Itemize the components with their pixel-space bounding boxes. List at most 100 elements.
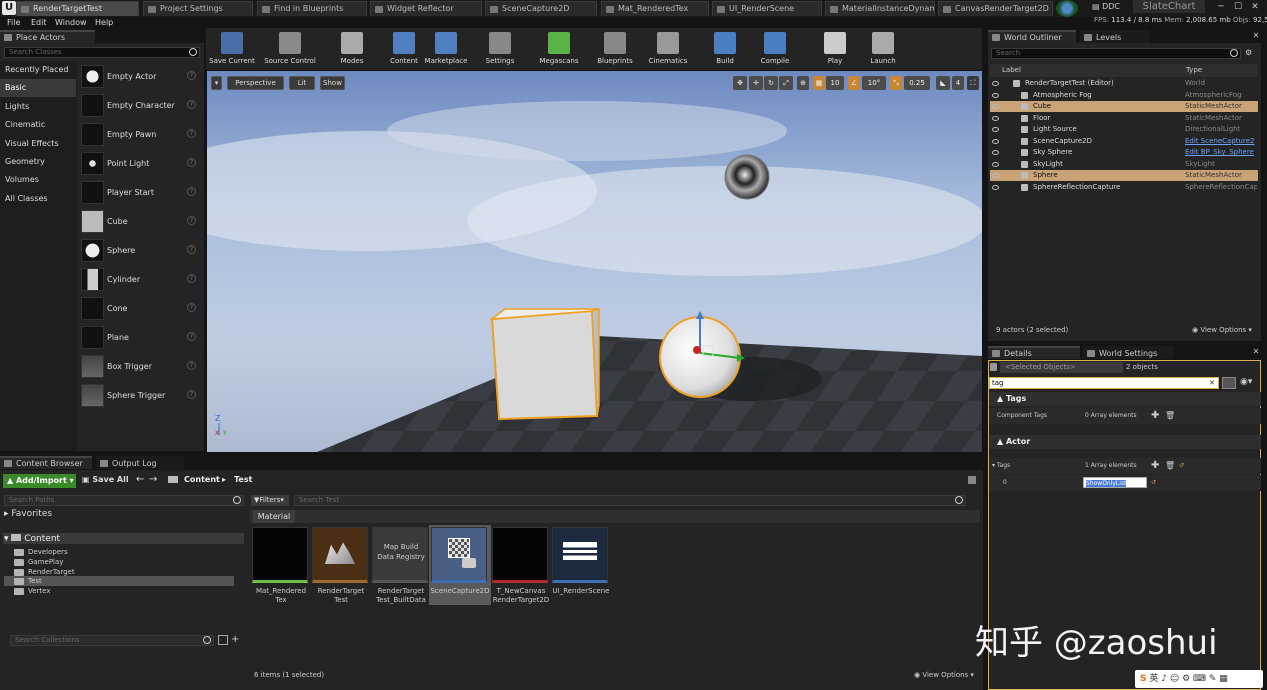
outliner-row[interactable]: Cube StaticMeshActor [990,101,1258,113]
actor-item[interactable]: Cube? [80,208,202,235]
world-local-icon[interactable]: ⊕ [797,76,809,90]
category-item[interactable]: Recently Placed [0,61,76,79]
tree-folder[interactable]: Vertex [14,586,51,596]
menu-edit[interactable]: Edit [31,17,47,28]
tab-place-actors[interactable]: Place Actors [0,30,95,43]
add-element-icon[interactable]: ✚ [1151,408,1159,424]
category-item[interactable]: Geometry [0,153,76,171]
tab-output-log[interactable]: Output Log [96,456,184,469]
search-paths-input[interactable]: Search Paths [4,495,244,506]
doc-tab[interactable]: Find in Blueprints [257,1,367,16]
rotation-snap-value[interactable]: 10° [862,76,886,90]
help-icon[interactable]: ? [187,129,196,138]
visibility-eye-icon[interactable] [992,184,999,190]
outliner-row[interactable]: SkyLight SkyLight [990,159,1258,170]
actor-item[interactable]: Empty Actor? [80,63,202,90]
maximize-viewport-icon[interactable]: ⛶ [967,76,979,90]
tag-value-input[interactable]: ShowOnlyList [1083,477,1147,488]
doc-tab[interactable]: CanvasRenderTarget2D [938,1,1053,16]
tree-folder[interactable]: Developers [14,547,68,557]
actor-item[interactable]: Box Trigger? [80,353,202,380]
actor-item[interactable]: Plane? [80,324,202,351]
col-type[interactable]: Type [1186,64,1202,77]
favorites-header[interactable]: ▸ Favorites [4,509,52,519]
visibility-eye-icon[interactable] [992,150,999,155]
doc-tab[interactable]: Widget Reflector [370,1,482,16]
visibility-eye-icon[interactable] [992,127,999,132]
section-actor[interactable]: ▲ Actor [989,435,1261,449]
asset-tile[interactable]: Mat_Rendered Tex [250,525,312,605]
help-icon[interactable]: ? [187,100,196,109]
visibility-eye-icon[interactable] [992,173,999,178]
tab-world-outliner[interactable]: World Outliner [988,30,1076,43]
rotation-snap-icon[interactable]: ∠ [848,76,860,90]
show-button[interactable]: Show [320,76,345,90]
help-icon[interactable]: ? [187,71,196,80]
scale-snap-value[interactable]: 0.25 [904,76,930,90]
help-icon[interactable]: ? [187,332,196,341]
outliner-settings-icon[interactable]: ⚙ [1245,48,1257,59]
collections-icon[interactable] [218,635,228,645]
content-view-options[interactable]: ◉ View Options ▾ [914,671,974,679]
tab-details[interactable]: Details [988,346,1080,359]
visibility-eye-icon[interactable] [992,92,999,98]
filters-button[interactable]: ▼Filters▾ [251,495,289,506]
reset-icon[interactable]: ↺ [1179,458,1184,474]
outliner-search-input[interactable]: Search [991,48,1241,59]
asset-tile[interactable]: T_NewCanvas RenderTarget2D [490,525,552,605]
actor-item[interactable]: Empty Character? [80,92,202,119]
doc-tab[interactable]: Mat_RenderedTex [601,1,709,16]
help-icon[interactable]: ? [187,390,196,399]
outliner-row[interactable]: RenderTargetTest (Editor) World [990,78,1258,89]
tab-content-browser[interactable]: Content Browser [0,456,92,469]
asset-tile[interactable]: Map Build Data Registry RenderTarget Test… [370,525,432,605]
tab-levels[interactable]: Levels [1080,30,1150,43]
outliner-row[interactable]: Sphere StaticMeshActor [990,170,1258,182]
category-item[interactable]: Visual Effects [0,135,76,153]
toolbar-button[interactable]: Compile [757,30,793,68]
tab-world-settings[interactable]: World Settings [1083,346,1173,359]
trash-icon[interactable]: 🗑 [1165,408,1175,424]
category-item[interactable]: Cinematic [0,116,76,134]
property-matrix-icon[interactable] [1222,377,1236,389]
tree-root[interactable]: ▾ Content [4,534,60,545]
outliner-row[interactable]: Atmospheric Fog AtmosphericFog [990,90,1258,101]
details-filter-input[interactable]: tag ✕ [989,377,1219,389]
close-panel-icon[interactable]: ✕ [1250,30,1262,42]
search-test-input[interactable]: Search Test [294,495,966,506]
close-icon[interactable]: ✕ [1249,1,1261,13]
actor-item[interactable]: Sphere Trigger? [80,382,202,409]
asset-tile[interactable]: RenderTarget Test [310,525,372,605]
actor-item[interactable]: Point Light? [80,150,202,177]
breadcrumb-test[interactable]: Test [234,475,252,484]
visibility-eye-icon[interactable] [992,115,999,121]
breadcrumb-content[interactable]: Content [184,475,220,484]
details-view-icon[interactable]: ◉▾ [1240,377,1252,387]
menu-file[interactable]: File [7,17,20,28]
perspective-button[interactable]: Perspective [227,76,284,90]
doc-tab[interactable]: RenderTargetTest [16,1,139,16]
doc-tab[interactable]: MaterialInstanceDynami [825,1,935,16]
category-material[interactable]: Material [253,510,295,523]
actor-item[interactable]: Cone? [80,295,202,322]
outliner-row[interactable]: Floor StaticMeshActor [990,113,1258,124]
add-import-button[interactable]: ▲ Add/Import ▾ [3,474,76,488]
toolbar-button[interactable]: Play [821,30,849,68]
asset-tile[interactable]: UI_RenderScene [550,525,612,605]
toolbar-button[interactable]: Blueprints [597,30,633,68]
help-icon[interactable]: ? [187,274,196,283]
forward-icon[interactable]: → [149,474,157,485]
add-tag-icon[interactable]: ✚ [1151,458,1159,474]
search-classes-input[interactable]: Search Classes [4,47,200,58]
toolbar-button[interactable]: Save Current [209,30,255,68]
help-icon[interactable]: ? [187,303,196,312]
grid-snap-value[interactable]: 10 [826,76,844,90]
reset-tag-icon[interactable]: ↺ [1151,475,1156,491]
actor-item[interactable]: Player Start? [80,179,202,206]
ime-bar[interactable]: S 英 ♪ ☺ ⚙ ⌨ ✎ ▦ [1135,670,1263,688]
clear-filter-icon[interactable]: ✕ [1209,378,1215,388]
toolbar-button[interactable]: Cinematics [647,30,689,68]
select-mode-icon[interactable]: ✥ [733,76,747,90]
help-icon[interactable]: ? [187,158,196,167]
section-tags[interactable]: ▲ Tags [989,392,1261,406]
